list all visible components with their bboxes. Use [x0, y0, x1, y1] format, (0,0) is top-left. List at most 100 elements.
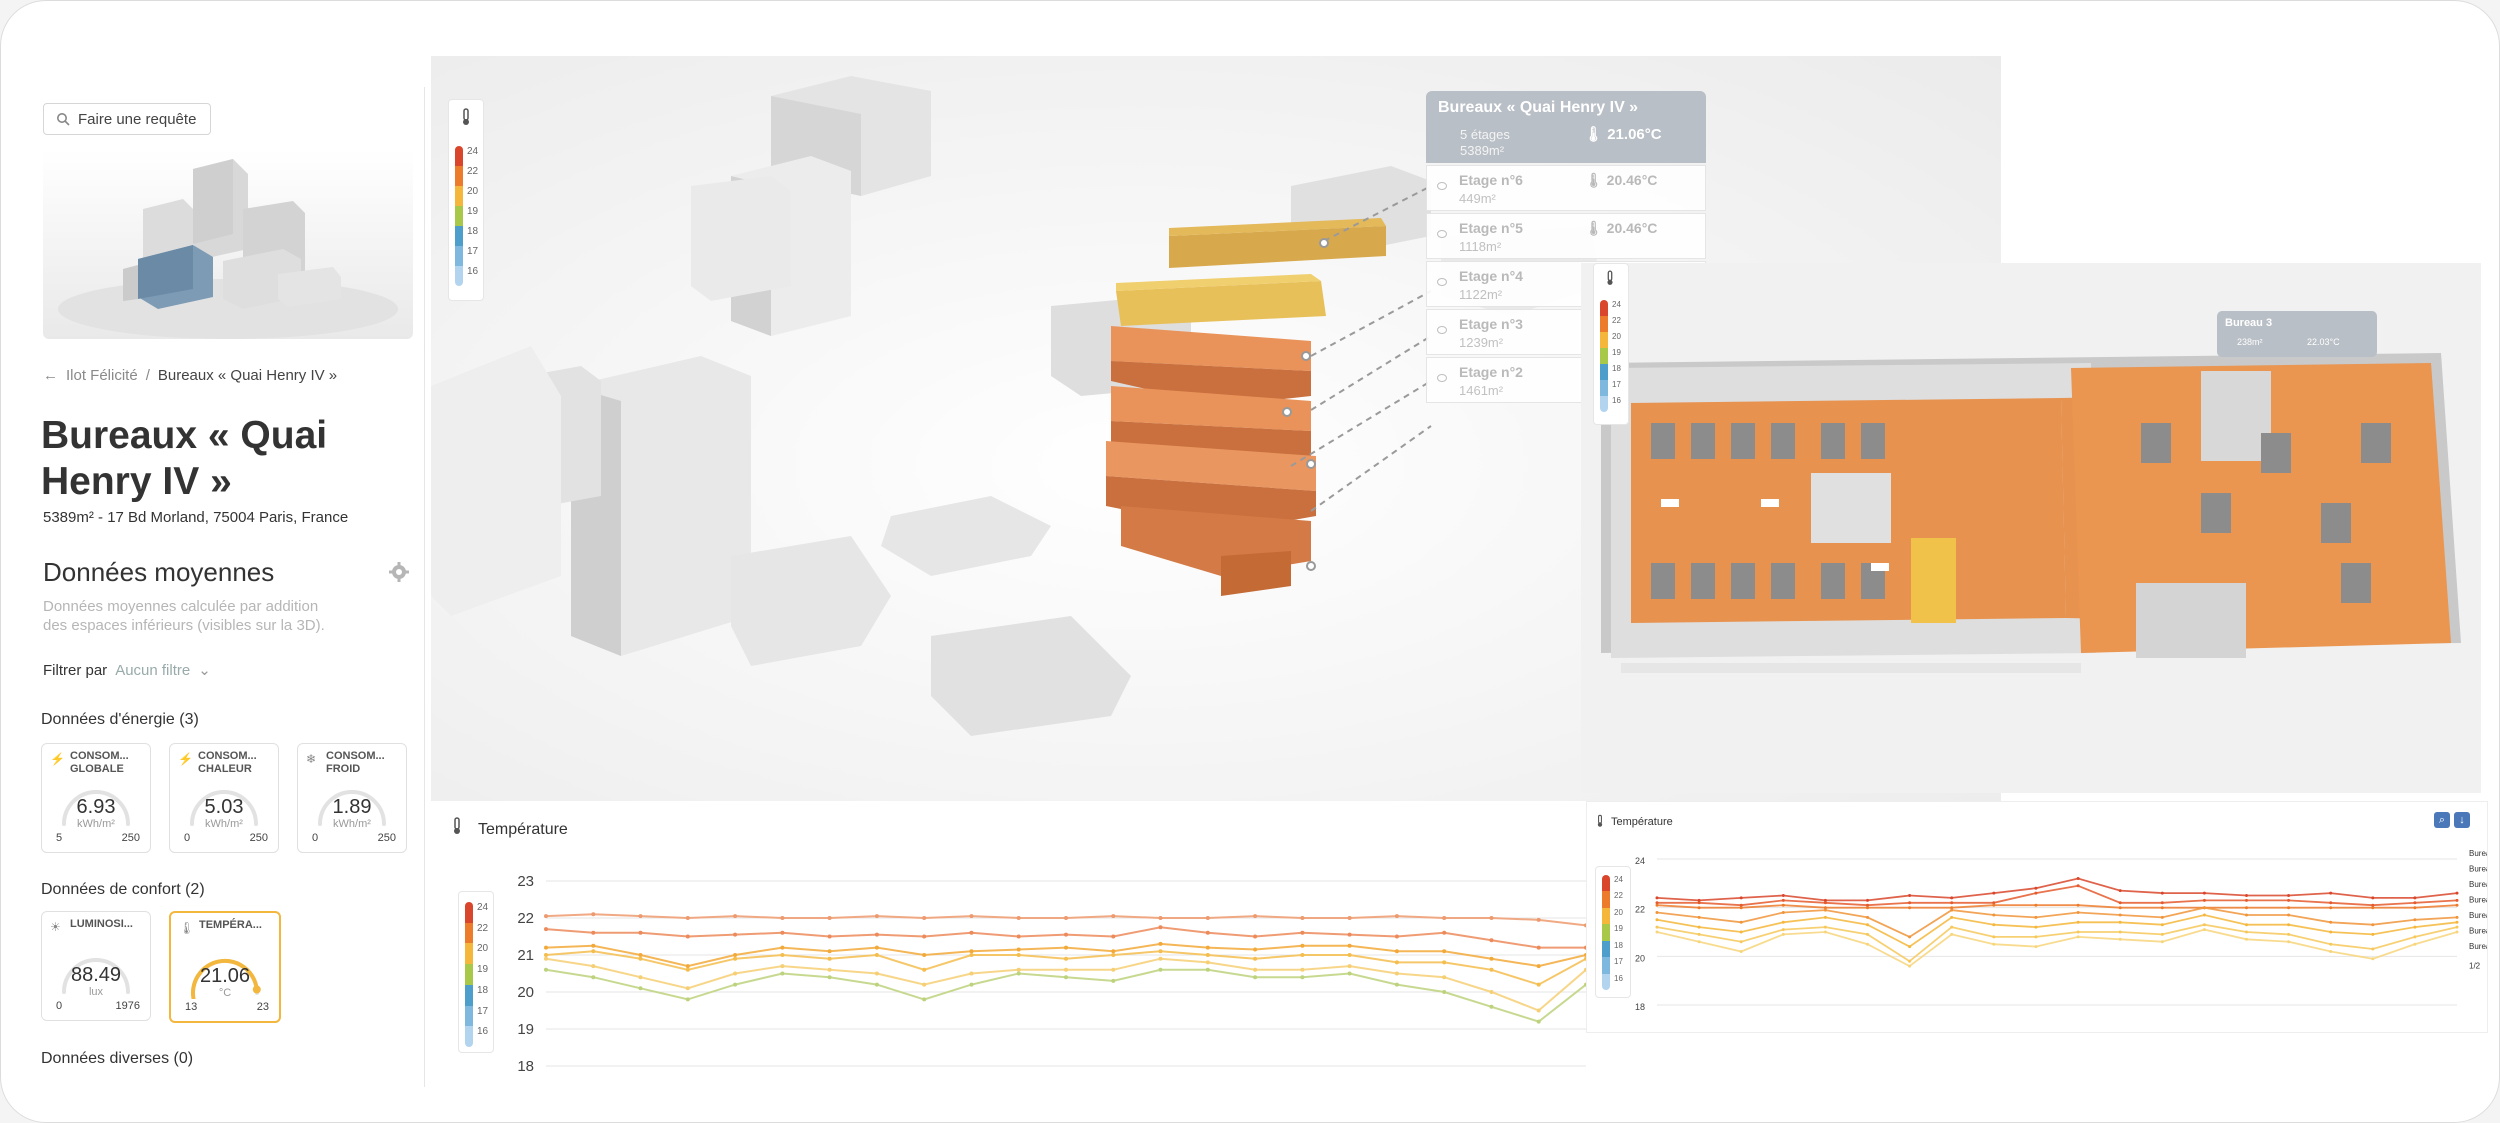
- filter-label: Filtrer par: [43, 661, 108, 679]
- data-point: [1697, 925, 1701, 929]
- data-point: [1697, 940, 1701, 944]
- back-arrow-icon[interactable]: ←: [43, 367, 58, 384]
- data-point: [1866, 932, 1869, 936]
- data-point: [1111, 978, 1116, 983]
- data-point: [2245, 894, 2248, 897]
- data-point: [1697, 906, 1701, 910]
- data-card[interactable]: ❄ CONSOM... FROID 1.89 kWh/m² 0 250: [297, 743, 407, 853]
- y-tick-label: 24: [1635, 856, 1645, 866]
- data-point: [1253, 967, 1258, 972]
- floor-area: 449m²: [1459, 191, 1496, 206]
- data-point: [780, 953, 785, 957]
- tooltip-title: Bureaux « Quai Henry IV »: [1438, 99, 1639, 116]
- color-scale-value: 22: [467, 166, 479, 177]
- data-point: [591, 943, 596, 948]
- data-point: [1908, 901, 1912, 905]
- legend-item[interactable]: Bureau 7: [2469, 942, 2487, 951]
- app-frame: Faire une requête ← Ilot Félicité / Bure…: [0, 0, 2500, 1123]
- legend-item[interactable]: Bureau 4: [2469, 896, 2487, 905]
- card-max: 1976: [115, 1000, 140, 1012]
- floor-area: 1122m²: [1459, 287, 1503, 302]
- data-point: [1347, 916, 1352, 920]
- data-point: [544, 953, 548, 957]
- floor-row[interactable]: Etage n°5 1118m² 🌡 20.46°C: [1426, 213, 1706, 259]
- data-point: [1347, 964, 1352, 969]
- data-point: [638, 986, 643, 991]
- eye-icon[interactable]: [1437, 326, 1447, 334]
- data-point: [1781, 903, 1785, 907]
- data-point: [2160, 915, 2164, 919]
- data-card[interactable]: 🌡 TEMPÉRA... 21.06 °C 13 23: [169, 911, 281, 1023]
- data-point: [2329, 920, 2333, 924]
- data-point: [685, 916, 690, 920]
- data-point: [2455, 930, 2459, 934]
- legend-item[interactable]: Bureau 3: [2469, 880, 2487, 889]
- data-point: [2202, 898, 2206, 902]
- card-value: 5.03: [204, 796, 244, 818]
- data-point: [1866, 915, 1869, 919]
- color-scale-value: 20: [1612, 332, 1621, 341]
- card-max: 250: [121, 832, 140, 844]
- data-point: [1950, 901, 1954, 905]
- color-scale-step: [455, 246, 463, 266]
- data-point: [1205, 953, 1210, 957]
- data-point: [969, 914, 974, 919]
- data-point: [1442, 990, 1447, 994]
- data-point: [2245, 913, 2248, 917]
- data-point: [1158, 916, 1163, 920]
- data-point: [733, 914, 738, 919]
- data-point: [1950, 908, 1954, 912]
- data-point: [2245, 906, 2248, 910]
- chevron-down-icon[interactable]: ⌄: [198, 661, 211, 679]
- filter-select[interactable]: Aucun filtre: [115, 662, 190, 679]
- data-point: [1158, 925, 1163, 930]
- breadcrumb-current: Bureaux « Quai Henry IV »: [157, 367, 338, 384]
- data-point: [1111, 914, 1116, 919]
- data-point: [1655, 903, 1659, 907]
- query-button[interactable]: Faire une requête: [43, 103, 212, 135]
- floor-row[interactable]: Etage n°6 449m² 🌡 20.46°C: [1426, 165, 1706, 211]
- eye-icon[interactable]: [1437, 374, 1447, 382]
- data-point: [1489, 938, 1494, 943]
- data-point: [1300, 943, 1305, 948]
- eye-icon[interactable]: [1437, 230, 1447, 238]
- data-point: [2371, 906, 2375, 910]
- data-point: [922, 953, 927, 957]
- legend-item[interactable]: Bureau 5: [2469, 911, 2487, 920]
- legend-pager[interactable]: 1/2: [2469, 962, 2481, 971]
- data-point: [1950, 896, 1954, 900]
- data-point: [1300, 930, 1305, 935]
- legend-item[interactable]: Bureau 1: [2469, 849, 2487, 858]
- gear-icon[interactable]: [388, 561, 410, 583]
- card-min: 0: [184, 832, 191, 844]
- data-point: [2371, 896, 2375, 900]
- data-point: [1158, 967, 1163, 972]
- data-card[interactable]: ⚡ CONSOM... CHALEUR 5.03 kWh/m² 0 250: [169, 743, 279, 853]
- data-point: [1111, 967, 1116, 972]
- floor-name: Etage n°6: [1459, 172, 1523, 188]
- bolt-icon: ⚡: [178, 752, 193, 766]
- color-scale-value: 17: [467, 246, 479, 257]
- legend-item[interactable]: Bureau 2: [2469, 865, 2487, 874]
- building-thumbnail[interactable]: [43, 149, 413, 339]
- floor-plan-view[interactable]: Bureau 3 238m² 22.03°C: [1581, 263, 2481, 793]
- data-point: [1739, 906, 1743, 910]
- data-point: [827, 934, 832, 939]
- eye-icon[interactable]: [1437, 182, 1447, 190]
- thermometer-icon: 🌡: [179, 921, 195, 935]
- room-tooltip[interactable]: Bureau 3 238m² 22.03°C: [2217, 311, 2377, 357]
- data-point: [591, 930, 596, 935]
- data-point: [1442, 960, 1447, 965]
- eye-icon[interactable]: [1437, 278, 1447, 286]
- data-point: [1064, 967, 1068, 972]
- y-tick-label: 21: [517, 947, 534, 964]
- color-scale-bar: [1600, 300, 1608, 412]
- data-card[interactable]: ☀ LUMINOSI... 88.49 lux 0 1976: [41, 911, 151, 1021]
- y-tick-label: 20: [1635, 953, 1645, 963]
- breadcrumb-parent[interactable]: Ilot Félicité: [66, 367, 138, 384]
- legend-item[interactable]: Bureau 6: [2469, 927, 2487, 936]
- data-point: [1536, 945, 1541, 950]
- data-point: [1253, 956, 1258, 961]
- data-card[interactable]: ⚡ CONSOM... GLOBALE 6.93 kWh/m² 5 250: [41, 743, 151, 853]
- data-point: [1781, 920, 1785, 924]
